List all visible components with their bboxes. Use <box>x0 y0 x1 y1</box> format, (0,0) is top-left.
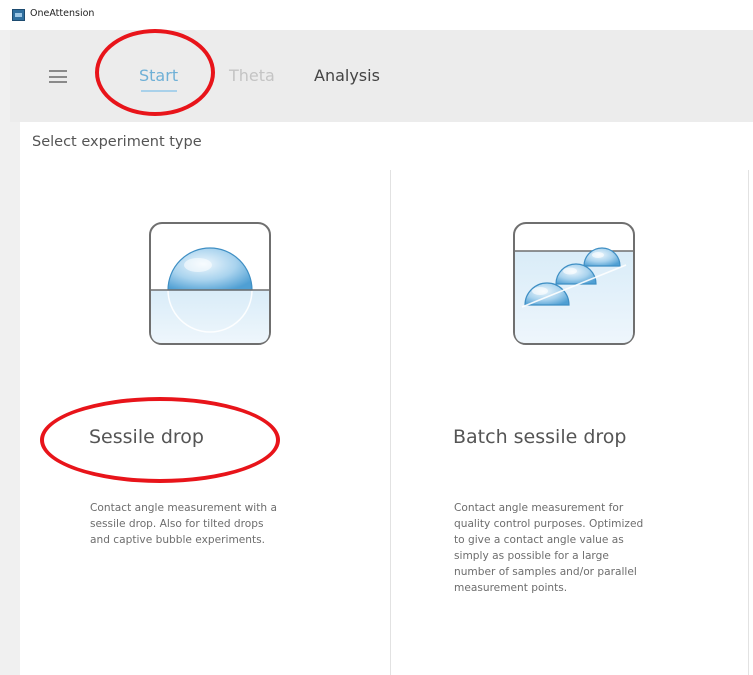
description-line: measurement points. <box>454 582 568 594</box>
top-toolbar: Start Theta Analysis <box>10 30 753 122</box>
window-titlebar: OneAttension <box>0 0 753 30</box>
card-description-sessile-drop: Contact angle measurement with a sessile… <box>90 500 277 548</box>
window-title: OneAttension <box>30 8 95 19</box>
card-title-batch-sessile-drop: Batch sessile drop <box>453 426 627 448</box>
experiment-panel: Select experiment type Sessile drop Cont… <box>20 122 753 675</box>
card-title-sessile-drop: Sessile drop <box>89 426 204 448</box>
card-divider <box>390 170 391 675</box>
active-tab-indicator <box>141 90 177 92</box>
tab-theta[interactable]: Theta <box>229 66 275 85</box>
hamburger-menu-icon[interactable] <box>49 70 67 83</box>
description-line: simply as possible for a large <box>454 550 609 562</box>
card-description-batch-sessile-drop: Contact angle measurement for quality co… <box>454 500 643 596</box>
description-line: to give a contact angle value as <box>454 534 624 546</box>
description-line: Contact angle measurement with a <box>90 502 277 514</box>
description-line: Contact angle measurement for <box>454 502 624 514</box>
tab-start[interactable]: Start <box>139 66 178 85</box>
tab-analysis[interactable]: Analysis <box>314 66 380 85</box>
batch-sessile-drop-icon <box>513 222 635 345</box>
description-line: sessile drop. Also for tilted drops <box>90 518 264 530</box>
card-divider <box>748 170 749 675</box>
description-line: number of samples and/or parallel <box>454 566 637 578</box>
description-line: quality control purposes. Optimized <box>454 518 644 530</box>
sessile-drop-icon <box>149 222 271 345</box>
description-line: and captive bubble experiments. <box>90 534 266 546</box>
app-logo-icon <box>12 9 25 21</box>
page-title: Select experiment type <box>32 134 202 150</box>
